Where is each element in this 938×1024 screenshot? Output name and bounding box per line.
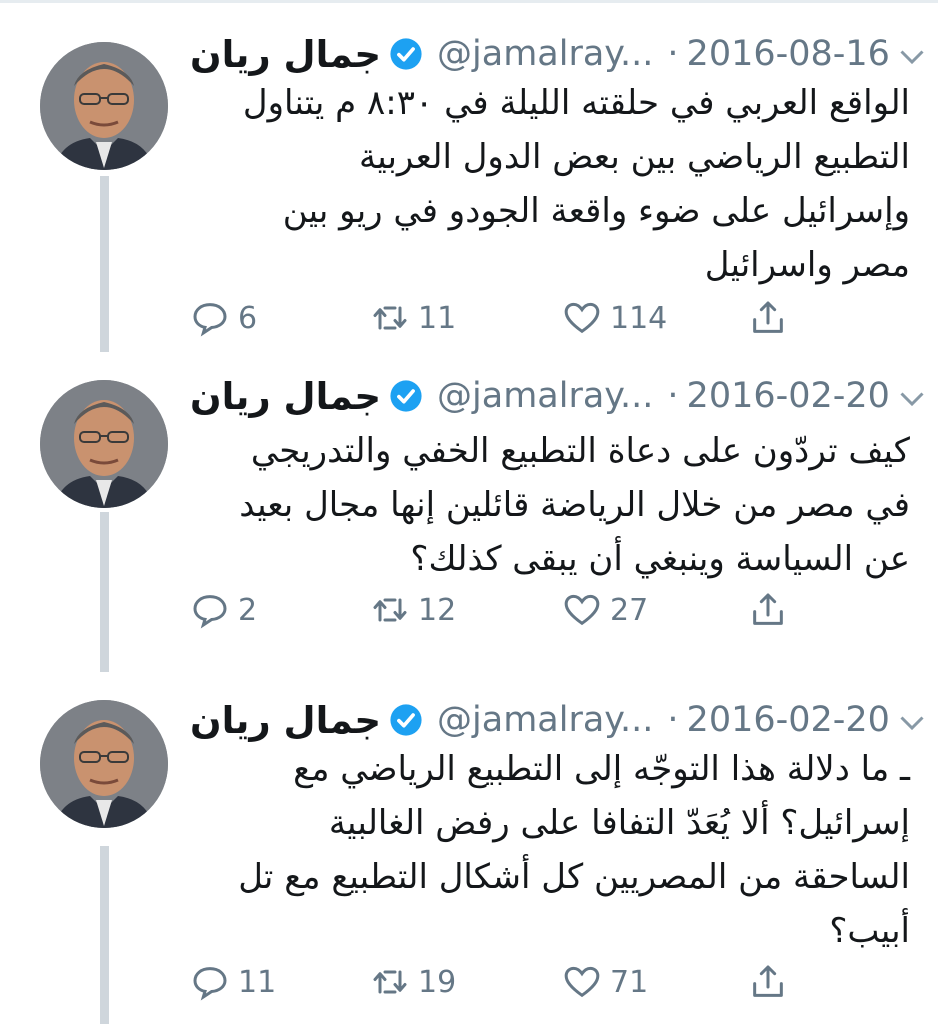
avatar-image — [40, 700, 168, 828]
avatar-image — [40, 42, 168, 170]
author-handle[interactable]: @jamalray... — [437, 34, 653, 74]
tweet-text: ـ ما دلالة هذا التوجّه إلى التطبيع الريا… — [238, 749, 910, 951]
separator-dot: · — [667, 376, 679, 416]
reply-count: 2 — [238, 592, 258, 628]
retweet-button[interactable]: 19 — [370, 958, 456, 1006]
tweet-1[interactable]: جمال ريان @jamalray... · 2016-08-16 الوا… — [0, 30, 938, 360]
tweet-date[interactable]: 2016-02-20 — [687, 376, 890, 416]
retweet-icon — [373, 970, 407, 994]
chevron-down-icon[interactable] — [894, 380, 930, 416]
like-button[interactable]: 71 — [562, 958, 648, 1006]
chevron-down-icon[interactable] — [894, 704, 930, 740]
reply-count: 11 — [238, 964, 277, 1000]
author-name[interactable]: جمال ريان — [190, 699, 381, 742]
thread-line — [100, 846, 109, 1024]
avatar[interactable] — [40, 700, 168, 828]
tweet-header: جمال ريان @jamalray... · 2016-02-20 — [190, 372, 910, 420]
reply-count: 6 — [238, 300, 258, 336]
thread-line — [100, 176, 109, 352]
share-button[interactable] — [748, 586, 788, 634]
top-divider — [0, 0, 938, 3]
author-handle[interactable]: @jamalray... — [437, 700, 653, 740]
share-button[interactable] — [748, 958, 788, 1006]
chevron-down-icon[interactable] — [894, 38, 930, 74]
tweet-actions: 2 12 27 — [190, 586, 890, 634]
tweet-header: جمال ريان @jamalray... · 2016-02-20 — [190, 696, 910, 744]
like-count: 71 — [610, 964, 649, 1000]
tweet-2[interactable]: جمال ريان @jamalray... · 2016-02-20 كيف … — [0, 372, 938, 672]
retweet-icon — [373, 306, 407, 330]
thread-line — [100, 512, 109, 672]
tweet-actions: 11 19 71 — [190, 958, 890, 1006]
share-icon — [753, 965, 783, 997]
reply-button[interactable]: 6 — [190, 294, 257, 342]
avatar[interactable] — [40, 42, 168, 170]
retweet-button[interactable]: 11 — [370, 294, 456, 342]
tweet-text: الواقع العربي في حلقته الليلة في ٨:٣٠ م … — [242, 83, 910, 285]
like-button[interactable]: 27 — [562, 586, 648, 634]
verified-badge-icon — [390, 704, 422, 736]
heart-icon — [564, 966, 600, 998]
verified-badge-icon — [390, 38, 422, 70]
author-name[interactable]: جمال ريان — [190, 33, 381, 76]
reply-icon — [193, 595, 227, 629]
separator-dot: · — [667, 700, 679, 740]
heart-icon — [564, 594, 600, 626]
share-icon — [753, 593, 783, 625]
verified-badge-icon — [390, 380, 422, 412]
avatar[interactable] — [40, 380, 168, 508]
share-icon — [753, 301, 783, 333]
like-count: 27 — [610, 592, 649, 628]
avatar-image — [40, 380, 168, 508]
author-handle[interactable]: @jamalray... — [437, 376, 653, 416]
reply-icon — [193, 967, 227, 1001]
tweet-date[interactable]: 2016-08-16 — [687, 34, 890, 74]
retweet-icon — [373, 598, 407, 622]
like-count: 114 — [610, 300, 668, 336]
author-name[interactable]: جمال ريان — [190, 375, 381, 418]
retweet-count: 19 — [418, 964, 457, 1000]
reply-button[interactable]: 11 — [190, 958, 276, 1006]
reply-button[interactable]: 2 — [190, 586, 257, 634]
tweet-date[interactable]: 2016-02-20 — [687, 700, 890, 740]
retweet-count: 11 — [418, 300, 457, 336]
reply-icon — [193, 303, 227, 337]
tweet-header: جمال ريان @jamalray... · 2016-08-16 — [190, 30, 910, 78]
retweet-button[interactable]: 12 — [370, 586, 456, 634]
retweet-count: 12 — [418, 592, 457, 628]
tweet-3[interactable]: جمال ريان @jamalray... · 2016-02-20 ـ ما… — [0, 696, 938, 1024]
tweet-actions: 6 11 114 — [190, 294, 890, 342]
share-button[interactable] — [748, 294, 788, 342]
separator-dot: · — [667, 34, 679, 74]
tweet-text: كيف تردّون على دعاة التطبيع الخفي والتدر… — [239, 431, 910, 579]
like-button[interactable]: 114 — [562, 294, 667, 342]
heart-icon — [564, 302, 600, 334]
